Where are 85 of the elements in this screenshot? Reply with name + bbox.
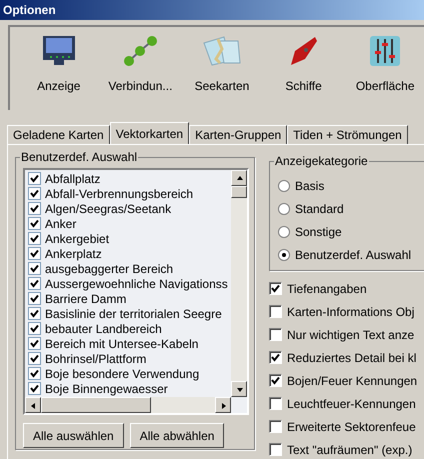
list-item-label: Barriere Damm [45,292,126,306]
radio-label: Benutzerdef. Auswahl [295,248,412,262]
check-icon [271,284,280,293]
scroll-thumb[interactable] [231,186,247,198]
list-item-label: Bereich mit Untersee-Kabeln [45,336,198,350]
list-item-label: Anker [45,216,76,230]
group-title: Benutzerdef. Auswahl [20,150,138,164]
option-label: Reduziertes Detail bei kl [287,350,416,364]
arrow-up-icon [234,174,244,182]
action-button[interactable]: Alle abwählen [130,423,224,448]
tab[interactable]: Geladene Karten [7,125,110,144]
radio-button[interactable] [278,226,290,238]
checkbox[interactable] [269,397,282,410]
scroll-button[interactable] [231,381,247,397]
action-button[interactable]: Alle auswählen [23,423,124,448]
check-icon [271,353,280,362]
checkbox[interactable] [269,443,282,456]
vertical-scrollbar[interactable] [231,170,247,397]
toolbar-button[interactable]: Anzeige [20,35,98,93]
tab[interactable]: Karten-Gruppen [189,125,288,144]
checkbox[interactable] [269,420,282,433]
list-item-label: Ankergebiet [45,232,110,246]
checkbox[interactable] [269,351,282,364]
list-item-label: Abfallplatz [45,172,100,186]
list-item-label: Aussergewoehnliche Navigationss [45,276,228,290]
toolbar-button[interactable]: Schiffe [264,35,342,93]
toolbar-button[interactable]: Verbindun... [102,35,180,93]
list-item-label: Algen/Seegras/Seetank [45,202,172,216]
checkbox[interactable] [269,282,282,295]
list-item-label: Boje Binnengewaesser [45,382,168,396]
list-item-label: Boje besondere Verwendung [45,366,200,380]
checkbox[interactable] [269,374,282,387]
list-item-label: ausgebaggerter Bereich [45,262,174,276]
checkbox[interactable] [28,367,41,380]
scroll-thumb[interactable] [41,397,151,413]
checkbox[interactable] [269,305,282,318]
horizontal-scrollbar[interactable] [25,397,231,413]
scroll-button[interactable] [25,397,41,413]
radio-label: Standard [295,202,344,216]
list-item-label: bebauter Landbereich [45,322,162,336]
checkbox[interactable] [28,202,41,215]
checkbox[interactable] [28,352,41,365]
check-icon [271,376,280,385]
tab[interactable]: Vektorkarten [110,122,190,144]
option-label: Leuchtfeuer-Kennungen [287,396,416,410]
radio-button[interactable] [278,248,290,260]
option-label: Tiefenangaben [287,282,367,296]
scroll-button[interactable] [231,170,247,186]
tab[interactable]: Tiden + Strömungen [287,125,408,144]
window-title: Optionen [3,3,56,17]
checkbox[interactable] [28,322,41,335]
list-item-label: Basislinie der territorialen Seegre [45,306,222,320]
option-label: Text "aufräumen" (exp.) [287,442,412,456]
option-label: Bojen/Feuer Kennungen [287,374,418,388]
arrow-left-icon [28,400,38,410]
checkbox[interactable] [28,307,41,320]
checkbox[interactable] [28,247,41,260]
checkbox[interactable] [28,217,41,230]
radio-label: Basis [295,178,324,192]
map-sheets-icon [202,35,242,67]
checkbox[interactable] [28,172,41,185]
radio-label: Sonstige [295,224,342,238]
checkbox[interactable] [28,262,41,275]
checkbox[interactable] [28,337,41,350]
radio-button[interactable] [278,202,290,214]
option-label: Erweiterte Sektorenfeue [287,420,416,434]
list-item-label: Abfall-Verbrennungsbereich [45,186,194,200]
toolbar-button[interactable]: Oberfläche [346,35,424,93]
scroll-button[interactable] [215,397,231,413]
checkbox[interactable] [28,382,41,395]
checkbox[interactable] [28,232,41,245]
checkbox[interactable] [28,277,41,290]
sliders-icon [369,35,402,67]
toolbar-button[interactable]: Seekarten [183,35,261,93]
checkbox[interactable] [28,292,41,305]
option-label: Nur wichtigen Text anze [287,328,414,342]
group-title: Anzeigekategorie [274,154,369,168]
list-item-label: Bohrinsel/Plattform [45,352,146,366]
option-label: Karten-Informations Obj [287,304,414,318]
radio-button[interactable] [278,180,290,192]
list-item-label: Ankerplatz [45,246,102,260]
monitor-icon [42,35,76,67]
checkbox[interactable] [28,187,41,200]
checkbox[interactable] [269,328,282,341]
connected-nodes-icon [122,35,158,67]
